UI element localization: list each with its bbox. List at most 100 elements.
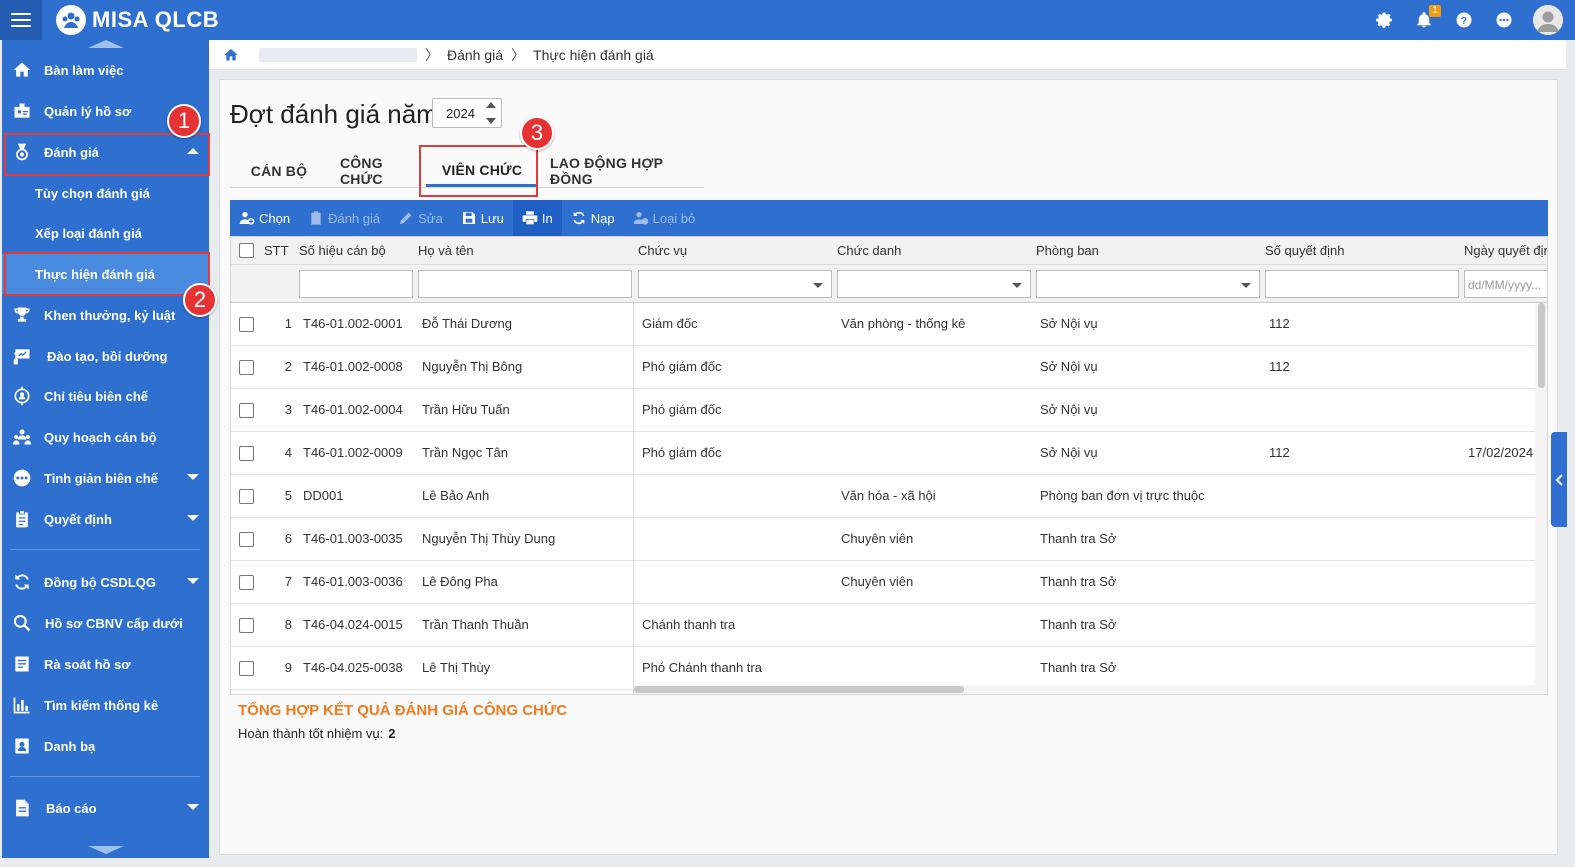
cell-position: Giám đốc <box>642 316 698 331</box>
header-title[interactable]: Chức danh <box>837 237 901 265</box>
header-department[interactable]: Phòng ban <box>1036 237 1099 265</box>
row-checkbox[interactable] <box>239 661 254 676</box>
settings-gear-icon[interactable] <box>1373 9 1395 31</box>
table-row[interactable]: 2 T46-01.002-0008 Nguyễn Thị Bông Phó giám … <box>231 346 1536 389</box>
cell-decision-no: 112 <box>1269 316 1290 331</box>
notification-bell-icon[interactable]: 1 <box>1413 5 1441 31</box>
sidebar-item-bao-cao[interactable]: Báo cáo <box>2 788 209 828</box>
row-checkbox[interactable] <box>239 360 254 375</box>
breadcrumb-redacted-item[interactable] <box>259 47 417 62</box>
row-checkbox[interactable] <box>239 403 254 418</box>
table-row[interactable]: 4 T46-01.002-0009 Trần Ngọc Tân Phó giám đố… <box>231 432 1536 475</box>
sidebar-item-ra-soat[interactable]: Rà soát hồ sơ <box>2 644 209 684</box>
cell-decision-no <box>1269 647 1459 689</box>
row-checkbox[interactable] <box>239 618 254 633</box>
tab-cong-chuc[interactable]: CÔNG CHỨC <box>328 155 426 187</box>
filter-department-select[interactable] <box>1036 270 1260 298</box>
row-checkbox[interactable] <box>239 575 254 590</box>
staff-table: STT Số hiệu cán bộ Họ và tên Chức vụ Chứ… <box>230 236 1548 695</box>
home-icon <box>10 58 34 82</box>
select-all-checkbox[interactable] <box>239 243 254 258</box>
year-spinner-input[interactable]: 2024 <box>432 98 502 128</box>
highlight-box-vien-chuc-tab <box>419 145 538 197</box>
sidebar-item-tim-kiem[interactable]: Tìm kiếm thống kê <box>2 685 209 725</box>
sidebar-item-quyet-dinh[interactable]: Quyết định <box>2 499 209 539</box>
sidebar-item-quy-hoach[interactable]: Quy hoạch cán bộ <box>2 417 209 457</box>
evaluate-label: Đánh giá <box>328 210 381 226</box>
summary-label: Hoàn thành tốt nhiệm vụ: <box>238 726 384 741</box>
table-row[interactable]: 9 T46-04.025-0038 Lê Thị Thùy Phó Chánh tha… <box>231 647 1536 690</box>
sidebar-item-danh-ba[interactable]: Danh bạ <box>2 726 209 766</box>
sidebar-scroll-up-icon[interactable] <box>2 40 209 50</box>
tab-can-bo[interactable]: CÁN BỘ <box>230 155 328 187</box>
header-decision-no[interactable]: Số quyết định <box>1265 237 1345 265</box>
filter-row: dd/MM/yyyy... <box>231 265 1547 303</box>
table-row[interactable]: 5 DD001 Lê Bảo Anh Văn hóa - xã hội Phòng ba… <box>231 475 1536 518</box>
cell-position: Phó giám đốc <box>642 402 722 417</box>
presentation-icon <box>10 344 34 368</box>
remove-button[interactable]: Loại bỏ <box>624 200 705 236</box>
save-button[interactable]: Lưu <box>452 200 513 236</box>
row-checkbox[interactable] <box>239 532 254 547</box>
sidebar-item-ho-so-cap-duoi[interactable]: Hồ sơ CBNV cấp dưới <box>2 603 209 643</box>
sidebar-subitem-tuy-chon-danh-gia[interactable]: Tùy chọn đánh giá <box>2 173 209 213</box>
table-row[interactable]: 8 T46-04.024-0015 Trần Thanh Thuần Chánh th… <box>231 604 1536 647</box>
breadcrumb-item-danh-gia[interactable]: Đánh giá <box>447 47 503 63</box>
right-panel-toggle[interactable] <box>1551 432 1567 527</box>
hamburger-menu-button[interactable] <box>0 0 42 40</box>
cell-position <box>642 561 832 603</box>
evaluate-button[interactable]: Đánh giá <box>299 200 389 236</box>
sidebar-item-ban-lam-viec[interactable]: Bàn làm việc <box>2 50 209 90</box>
filter-position-select[interactable] <box>638 270 832 298</box>
cell-decision-no <box>1269 518 1459 560</box>
app-logo[interactable]: MISA QLCB <box>56 5 219 35</box>
choose-button[interactable]: Chọn <box>230 200 299 236</box>
filter-decision-no-input[interactable] <box>1265 270 1459 298</box>
header-decision-date[interactable]: Ngày quyết định <box>1464 237 1547 265</box>
sidebar-subitem-xep-loai-danh-gia[interactable]: Xếp loại đánh giá <box>2 213 209 253</box>
sidebar-item-chi-tieu-bien-che[interactable]: Chỉ tiêu biên chế <box>2 376 209 416</box>
row-checkbox[interactable] <box>239 489 254 504</box>
table-row[interactable]: 3 T46-01.002-0004 Trần Hữu Tuấn Phó giám đố… <box>231 389 1536 432</box>
target-icon <box>10 384 34 408</box>
row-checkbox[interactable] <box>239 317 254 332</box>
header-stt[interactable]: STT <box>264 237 289 265</box>
table-row[interactable]: 7 T46-01.003-0036 Lê Đông Pha Chuyên viên Th… <box>231 561 1536 604</box>
reload-button[interactable]: Nạp <box>562 200 624 236</box>
filter-decision-date-input[interactable]: dd/MM/yyyy... <box>1464 270 1547 298</box>
table-row[interactable]: 1 T46-01.002-0001 Đỗ Thái Dương Giám đốc Văn… <box>231 303 1536 346</box>
spin-down-icon[interactable] <box>486 118 496 124</box>
cell-stt: 9 <box>284 660 292 675</box>
sidebar-item-khen-thuong[interactable]: Khen thưởng, kỷ luật <box>2 295 209 335</box>
filter-title-select[interactable] <box>837 270 1031 298</box>
pencil-icon <box>398 210 414 226</box>
more-options-icon[interactable] <box>1493 9 1515 31</box>
header-code[interactable]: Số hiệu cán bộ <box>299 237 386 265</box>
vertical-scrollbar[interactable] <box>1535 303 1547 694</box>
horizontal-scrollbar[interactable] <box>634 685 1536 694</box>
sidebar-item-dao-tao[interactable]: Đào tạo, bồi dưỡng <box>2 336 209 376</box>
scroll-thumb[interactable] <box>634 686 964 693</box>
sidebar-scroll-down-icon[interactable] <box>2 846 209 856</box>
tab-lao-dong-hop-dong[interactable]: LAO ĐỘNG HỢP ĐỒNG <box>538 155 704 187</box>
edit-button[interactable]: Sửa <box>389 200 452 236</box>
row-checkbox[interactable] <box>239 446 254 461</box>
table-row[interactable]: 6 T46-01.003-0035 Nguyễn Thị Thùy Dung Chuy… <box>231 518 1536 561</box>
sidebar-item-dong-bo[interactable]: Đồng bộ CSDLQG <box>2 562 209 602</box>
cell-stt: 1 <box>284 316 292 331</box>
id-card-icon <box>10 99 34 123</box>
print-button[interactable]: In <box>512 200 562 236</box>
header-name[interactable]: Họ và tên <box>418 237 474 265</box>
notification-badge: 1 <box>1429 5 1441 17</box>
scroll-thumb[interactable] <box>1538 303 1545 388</box>
help-icon[interactable]: ? <box>1453 9 1475 31</box>
spin-up-icon[interactable] <box>486 102 496 108</box>
user-avatar[interactable] <box>1533 5 1563 35</box>
header-position[interactable]: Chức vụ <box>638 237 687 265</box>
filter-code-input[interactable] <box>299 270 413 298</box>
cell-title: Văn phòng - thống kê <box>841 316 966 331</box>
frozen-column-divider <box>633 303 634 694</box>
filter-name-input[interactable] <box>418 270 632 298</box>
sidebar-item-tinh-gian[interactable]: Tinh giản biên chế <box>2 458 209 498</box>
home-icon[interactable] <box>223 47 239 63</box>
